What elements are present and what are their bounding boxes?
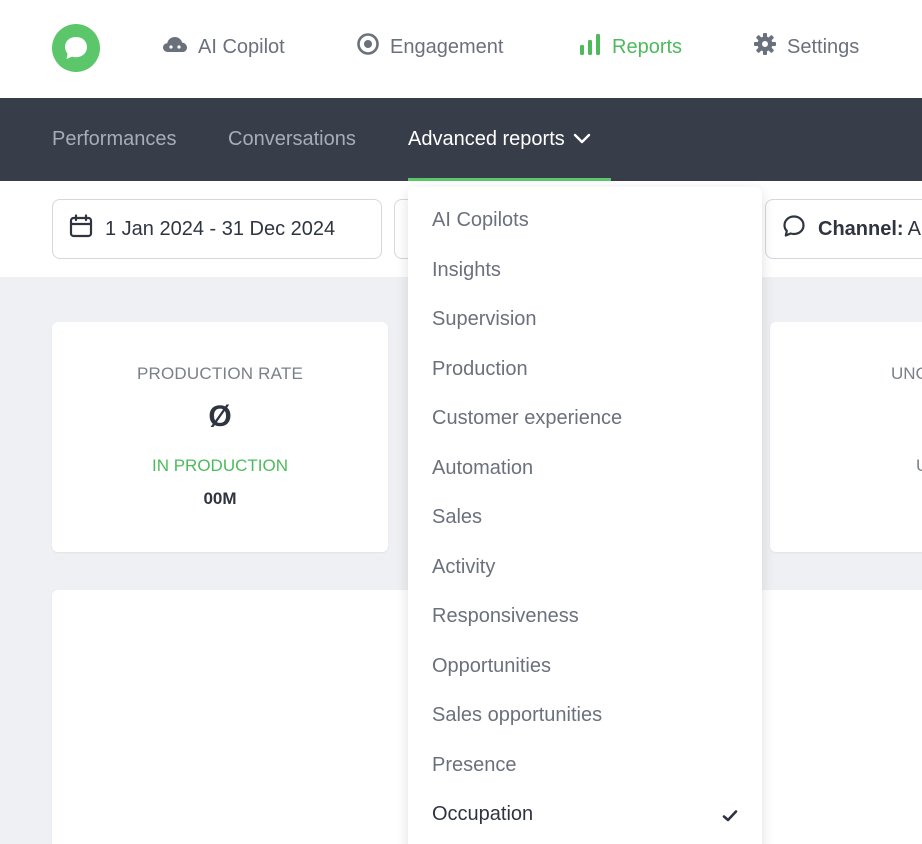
tab-advanced-reports-label: Advanced reports	[408, 128, 565, 150]
tab-performances[interactable]: Performances	[52, 98, 177, 181]
channel-filter-label: Channel:	[818, 217, 904, 240]
in-production-label: IN PRODUCTION	[152, 456, 288, 475]
nav-settings[interactable]: Settings	[753, 32, 859, 62]
menu-item-sales[interactable]: Sales	[408, 497, 762, 537]
menu-item-sales-opportunities[interactable]: Sales opportunities	[408, 695, 762, 735]
production-rate-card: PRODUCTION RATE Ø IN PRODUCTION 00M	[52, 322, 388, 552]
production-rate-value: Ø	[208, 400, 232, 433]
menu-item-insights[interactable]: Insights	[408, 250, 762, 290]
nav-ai-copilot-label: AI Copilot	[198, 35, 285, 58]
nav-settings-label: Settings	[787, 35, 860, 58]
nav-engagement-label: Engagement	[390, 35, 504, 58]
date-range-filter[interactable]: 1 Jan 2024 - 31 Dec 2024	[52, 199, 382, 259]
menu-item-automation[interactable]: Automation	[408, 448, 762, 488]
right-metric-card: UNC U	[770, 322, 922, 552]
top-navigation: AI Copilot Engagement Reports Settings	[0, 0, 922, 98]
chevron-down-icon	[573, 128, 591, 151]
cloud-icon	[162, 33, 188, 61]
menu-item-activity[interactable]: Activity	[408, 547, 762, 587]
channel-filter[interactable]: Channel: A	[765, 199, 922, 259]
right-metric-label: UNC	[891, 364, 922, 383]
target-icon	[356, 32, 380, 62]
checkmark-icon	[722, 806, 738, 829]
menu-item-customer-experience[interactable]: Customer experience	[408, 398, 762, 438]
menu-item-opportunities[interactable]: Opportunities	[408, 646, 762, 686]
production-rate-label: PRODUCTION RATE	[136, 364, 304, 383]
nav-reports[interactable]: Reports	[578, 32, 682, 62]
channel-filter-value: A	[907, 217, 921, 240]
menu-item-ai-copilots[interactable]: AI Copilots	[408, 200, 762, 240]
advanced-reports-dropdown: AI Copilots Insights Supervision Product…	[408, 187, 762, 844]
right-metric-sub: U	[916, 456, 922, 476]
nav-reports-label: Reports	[612, 35, 683, 58]
bar-chart-icon	[578, 32, 602, 62]
menu-item-supervision[interactable]: Supervision	[408, 299, 762, 339]
calendar-icon	[69, 214, 93, 244]
sub-navigation: Performances Conversations Advanced repo…	[0, 98, 922, 181]
logo-chat-icon[interactable]	[52, 24, 100, 72]
menu-item-responsiveness[interactable]: Responsiveness	[408, 596, 762, 636]
tab-conversations[interactable]: Conversations	[228, 98, 356, 181]
in-production-value: 00M	[203, 489, 237, 508]
menu-item-occupation-label: Occupation	[432, 802, 534, 825]
menu-item-production[interactable]: Production	[408, 349, 762, 389]
menu-item-occupation[interactable]: Occupation	[408, 794, 762, 834]
date-range-value: 1 Jan 2024 - 31 Dec 2024	[105, 217, 336, 240]
nav-ai-copilot[interactable]: AI Copilot	[162, 32, 285, 62]
nav-engagement[interactable]: Engagement	[356, 32, 503, 62]
menu-item-presence[interactable]: Presence	[408, 745, 762, 785]
gear-icon	[753, 32, 777, 62]
tab-advanced-reports[interactable]: Advanced reports	[408, 98, 591, 181]
speech-bubble-icon	[782, 214, 806, 244]
